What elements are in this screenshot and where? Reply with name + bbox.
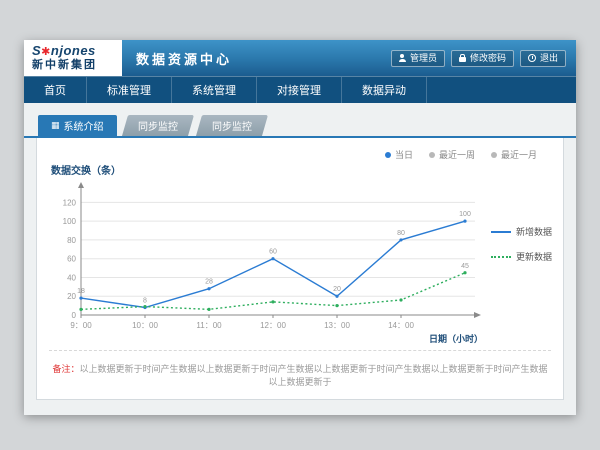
- lock-icon: [459, 54, 466, 62]
- svg-text:80: 80: [67, 236, 76, 245]
- solid-line-sample-icon: [491, 231, 511, 233]
- footnote: 备注：以上数据更新于时间产生数据以上数据更新于时间产生数据以上数据更新于时间产生…: [49, 350, 551, 389]
- logo-brand: S✱njones: [32, 44, 114, 59]
- tab-sync-monitor-2-label: 同步监控: [212, 118, 252, 133]
- user-icon: [399, 54, 406, 62]
- footnote-label: 备注：: [52, 364, 79, 374]
- svg-text:45: 45: [461, 263, 469, 270]
- tab-sync-monitor-1[interactable]: 同步监控: [122, 115, 194, 136]
- logout-label: 退出: [540, 53, 558, 64]
- line-chart: 0 20 40 60 80 100 120 9：00 10：00 11：00 12：00 13：00 1…: [47, 177, 487, 345]
- change-password-label: 修改密码: [470, 53, 506, 64]
- svg-text:40: 40: [67, 273, 76, 282]
- tab-sync-monitor-2[interactable]: 同步监控: [196, 115, 268, 136]
- admin-button[interactable]: 管理员: [391, 50, 445, 67]
- svg-text:13：00: 13：00: [324, 321, 350, 330]
- svg-text:14：00: 14：00: [388, 321, 414, 330]
- svg-text:日期（小时）: 日期（小时）: [429, 333, 483, 344]
- svg-text:100: 100: [459, 211, 471, 218]
- admin-button-label: 管理员: [410, 53, 437, 64]
- svg-text:120: 120: [63, 198, 77, 207]
- logout-button[interactable]: 退出: [520, 50, 566, 67]
- logo-brand-suffix: njones: [51, 43, 96, 58]
- tab-sync-monitor-1-label: 同步监控: [138, 118, 178, 133]
- svg-text:9：00: 9：00: [70, 321, 92, 330]
- chart-panel: 当日 最近一周 最近一月 数据交换（条） 0 20 40 60 80 100 120 9：00…: [36, 138, 564, 400]
- svg-text:12：00: 12：00: [260, 321, 286, 330]
- svg-text:60: 60: [269, 249, 277, 256]
- logo-star-icon: ✱: [41, 46, 51, 58]
- nav-item-interface-management[interactable]: 对接管理: [257, 77, 342, 103]
- legend-dot-today: [385, 152, 391, 158]
- nav-item-standard-management[interactable]: 标准管理: [87, 77, 172, 103]
- svg-text:100: 100: [63, 217, 77, 226]
- dotted-line-sample-icon: [491, 256, 511, 258]
- legend-last-month-label: 最近一月: [501, 148, 537, 161]
- legend-dot-last-week: [429, 152, 435, 158]
- logo: S✱njones 新中新集团: [24, 40, 122, 76]
- nav-item-home[interactable]: 首页: [24, 77, 87, 103]
- grid-icon: ▦: [51, 121, 60, 130]
- logo-brand-prefix: S: [32, 43, 41, 58]
- series-update-data-label: 更新数据: [516, 250, 552, 263]
- change-password-button[interactable]: 修改密码: [451, 50, 514, 67]
- legend-last-week-label: 最近一周: [439, 148, 475, 161]
- logo-company-name: 新中新集团: [32, 59, 114, 72]
- header-actions: 管理员 修改密码 退出: [391, 40, 576, 76]
- nav-item-system-management[interactable]: 系统管理: [172, 77, 257, 103]
- main-nav: 首页 标准管理 系统管理 对接管理 数据异动: [24, 76, 576, 103]
- chart-row: 0 20 40 60 80 100 120 9：00 10：00 11：00 12：00 13：00 1…: [47, 177, 553, 345]
- svg-text:20: 20: [333, 286, 341, 293]
- legend-last-month[interactable]: 最近一月: [491, 148, 537, 161]
- svg-text:8: 8: [143, 297, 147, 304]
- app-window: S✱njones 新中新集团 数据资源中心 管理员 修改密码 退出 首页 标准管…: [24, 40, 576, 414]
- legend-last-week[interactable]: 最近一周: [429, 148, 475, 161]
- footnote-text: 以上数据更新于时间产生数据以上数据更新于时间产生数据以上数据更新于时间产生数据以…: [80, 364, 548, 387]
- legend-dot-last-month: [491, 152, 497, 158]
- svg-text:60: 60: [67, 255, 76, 264]
- content-area: ▦ 系统介绍 同步监控 同步监控 当日 最近一周 最近一月 数据交换（条） 0 2…: [24, 103, 576, 415]
- app-header: S✱njones 新中新集团 数据资源中心 管理员 修改密码 退出: [24, 40, 576, 76]
- series-legend: 新增数据 更新数据: [487, 177, 552, 345]
- tab-system-intro-label: 系统介绍: [64, 118, 104, 133]
- svg-text:18: 18: [77, 288, 85, 295]
- page-title: 数据资源中心: [136, 49, 232, 68]
- tab-bar: ▦ 系统介绍 同步监控 同步监控: [38, 115, 576, 136]
- legend-today-label: 当日: [395, 148, 413, 161]
- tab-system-intro[interactable]: ▦ 系统介绍: [38, 115, 117, 136]
- chart-period-legend: 当日 最近一周 最近一月: [385, 148, 537, 161]
- power-icon: [528, 54, 536, 62]
- legend-today[interactable]: 当日: [385, 148, 413, 161]
- legend-item-update-data[interactable]: 更新数据: [491, 250, 552, 263]
- series-new-data-label: 新增数据: [516, 225, 552, 238]
- svg-text:28: 28: [205, 279, 213, 286]
- nav-item-data-change[interactable]: 数据异动: [342, 77, 427, 103]
- y-axis-title: 数据交换（条）: [51, 162, 553, 177]
- svg-text:80: 80: [397, 230, 405, 237]
- svg-text:10：00: 10：00: [132, 321, 158, 330]
- svg-text:20: 20: [67, 292, 76, 301]
- legend-item-new-data[interactable]: 新增数据: [491, 225, 552, 238]
- svg-text:0: 0: [72, 311, 77, 320]
- svg-text:11：00: 11：00: [196, 321, 222, 330]
